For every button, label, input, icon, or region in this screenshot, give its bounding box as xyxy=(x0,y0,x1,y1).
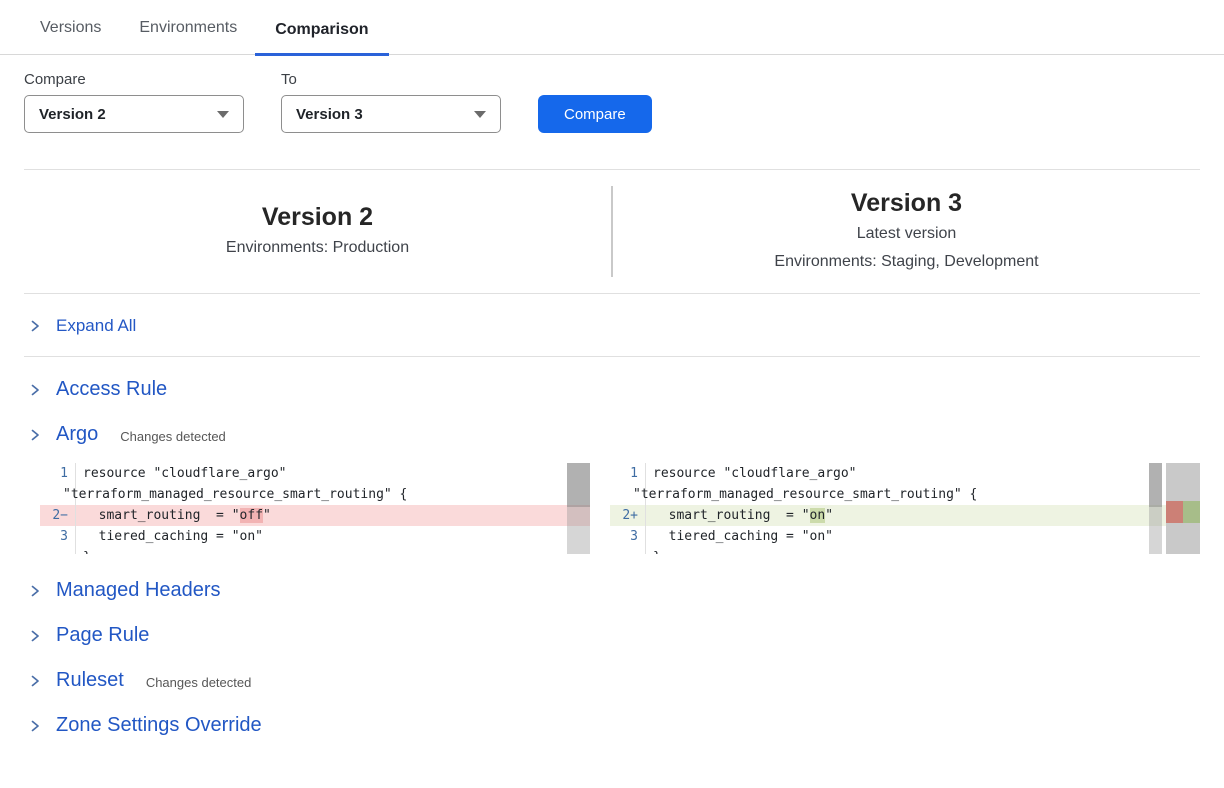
changed-token: off xyxy=(240,508,263,523)
minimap-added-marker xyxy=(1183,501,1200,523)
right-version-title: Version 3 xyxy=(851,187,962,220)
left-version-environments: Environments: Production xyxy=(226,234,409,262)
compare-from-field: Compare Version 2 xyxy=(24,71,244,133)
minimap-removed-marker xyxy=(1166,501,1183,523)
changes-detected-badge: Changes detected xyxy=(120,426,226,444)
chevron-right-icon xyxy=(28,428,42,442)
code-text: } xyxy=(76,547,91,554)
section-ruleset[interactable]: Ruleset Changes detected xyxy=(24,658,1200,703)
chevron-down-icon xyxy=(217,111,229,118)
code-text: resource "cloudflare_argo" xyxy=(76,463,287,484)
diff-line: 1resource "cloudflare_argo" xyxy=(610,463,1200,484)
line-number: 2− xyxy=(40,505,76,526)
section-label: Argo xyxy=(56,423,98,446)
diff-pane-left: 1resource "cloudflare_argo""terraform_ma… xyxy=(40,463,590,554)
diff-line: } xyxy=(40,547,590,554)
line-number xyxy=(610,547,646,554)
compare-to-value: Version 3 xyxy=(296,106,363,123)
tab-environments[interactable]: Environments xyxy=(121,19,255,56)
section-label: Zone Settings Override xyxy=(56,714,262,737)
left-version-title: Version 2 xyxy=(262,201,373,234)
chevron-down-icon xyxy=(474,111,486,118)
compare-from-select[interactable]: Version 2 xyxy=(24,95,244,133)
comparison-page: VersionsEnvironmentsComparison Compare V… xyxy=(0,0,1224,788)
section-label: Access Rule xyxy=(56,378,167,401)
compare-button[interactable]: Compare xyxy=(538,95,652,133)
tab-bar: VersionsEnvironmentsComparison xyxy=(0,0,1224,55)
diff-line: 3 tiered_caching = "on" xyxy=(40,526,590,547)
line-number: 3 xyxy=(610,526,646,547)
section-page-rule[interactable]: Page Rule xyxy=(24,613,1200,658)
tab-versions[interactable]: Versions xyxy=(40,19,121,56)
diff-line: "terraform_managed_resource_smart_routin… xyxy=(610,484,1200,505)
line-number: 1 xyxy=(610,463,646,484)
chevron-right-icon xyxy=(28,319,42,333)
code-text: } xyxy=(646,547,661,554)
code-text: "terraform_managed_resource_smart_routin… xyxy=(63,484,407,505)
resource-sections: Access RuleArgoChanges detected1resource… xyxy=(0,357,1224,748)
diff-line: "terraform_managed_resource_smart_routin… xyxy=(40,484,590,505)
version-left-column: Version 2 Environments: Production xyxy=(24,170,611,293)
section-argo[interactable]: Argo Changes detected xyxy=(24,412,1200,457)
line-number: 2+ xyxy=(610,505,646,526)
section-access-rule[interactable]: Access Rule xyxy=(24,367,1200,412)
section-managed-headers[interactable]: Managed Headers xyxy=(24,568,1200,613)
section-zone-settings-override[interactable]: Zone Settings Override xyxy=(24,703,1200,748)
compare-from-value: Version 2 xyxy=(39,106,106,123)
diff-line: 2− smart_routing = "off" xyxy=(40,505,590,526)
line-number: 3 xyxy=(40,526,76,547)
argo-diff-view: 1resource "cloudflare_argo""terraform_ma… xyxy=(40,463,1200,554)
diff-pane-right: 1resource "cloudflare_argo""terraform_ma… xyxy=(610,463,1200,554)
chevron-right-icon xyxy=(28,584,42,598)
code-text: smart_routing = "on" xyxy=(646,505,833,526)
chevron-right-icon xyxy=(28,629,42,643)
diff-line: 1resource "cloudflare_argo" xyxy=(40,463,590,484)
version-right-column: Version 3 Latest version Environments: S… xyxy=(613,170,1200,293)
diff-minimap-marker xyxy=(1166,501,1200,523)
compare-to-field: To Version 3 xyxy=(281,71,501,133)
changes-detected-badge: Changes detected xyxy=(146,672,252,690)
section-label: Ruleset xyxy=(56,669,124,692)
diff-line: 2+ smart_routing = "on" xyxy=(610,505,1200,526)
expand-all-label: Expand All xyxy=(56,316,136,336)
section-label: Managed Headers xyxy=(56,579,221,602)
compare-controls: Compare Version 2 To Version 3 Compare xyxy=(0,55,1224,133)
tab-comparison[interactable]: Comparison xyxy=(255,21,388,56)
scrollbar-thumb[interactable] xyxy=(1149,463,1162,507)
chevron-right-icon xyxy=(28,719,42,733)
code-text: resource "cloudflare_argo" xyxy=(646,463,857,484)
changed-token: on xyxy=(810,508,826,523)
scrollbar[interactable] xyxy=(567,463,590,554)
compare-to-select[interactable]: Version 3 xyxy=(281,95,501,133)
line-number xyxy=(40,547,76,554)
line-number: 1 xyxy=(40,463,76,484)
to-label: To xyxy=(281,71,501,88)
diff-line: } xyxy=(610,547,1200,554)
chevron-right-icon xyxy=(28,674,42,688)
compare-label: Compare xyxy=(24,71,244,88)
code-text: tiered_caching = "on" xyxy=(76,526,263,547)
scrollbar[interactable] xyxy=(1149,463,1162,554)
code-text: smart_routing = "off" xyxy=(76,505,271,526)
right-version-environments: Environments: Staging, Development xyxy=(774,248,1038,276)
code-text: tiered_caching = "on" xyxy=(646,526,833,547)
code-text: "terraform_managed_resource_smart_routin… xyxy=(633,484,977,505)
diff-line: 3 tiered_caching = "on" xyxy=(610,526,1200,547)
chevron-right-icon xyxy=(28,383,42,397)
expand-all-toggle[interactable]: Expand All xyxy=(24,294,1200,357)
scrollbar-thumb[interactable] xyxy=(567,463,590,507)
section-label: Page Rule xyxy=(56,624,149,647)
right-version-subtitle: Latest version xyxy=(857,220,957,248)
version-comparison-header: Version 2 Environments: Production Versi… xyxy=(24,169,1200,294)
diff-minimap[interactable] xyxy=(1166,463,1200,554)
